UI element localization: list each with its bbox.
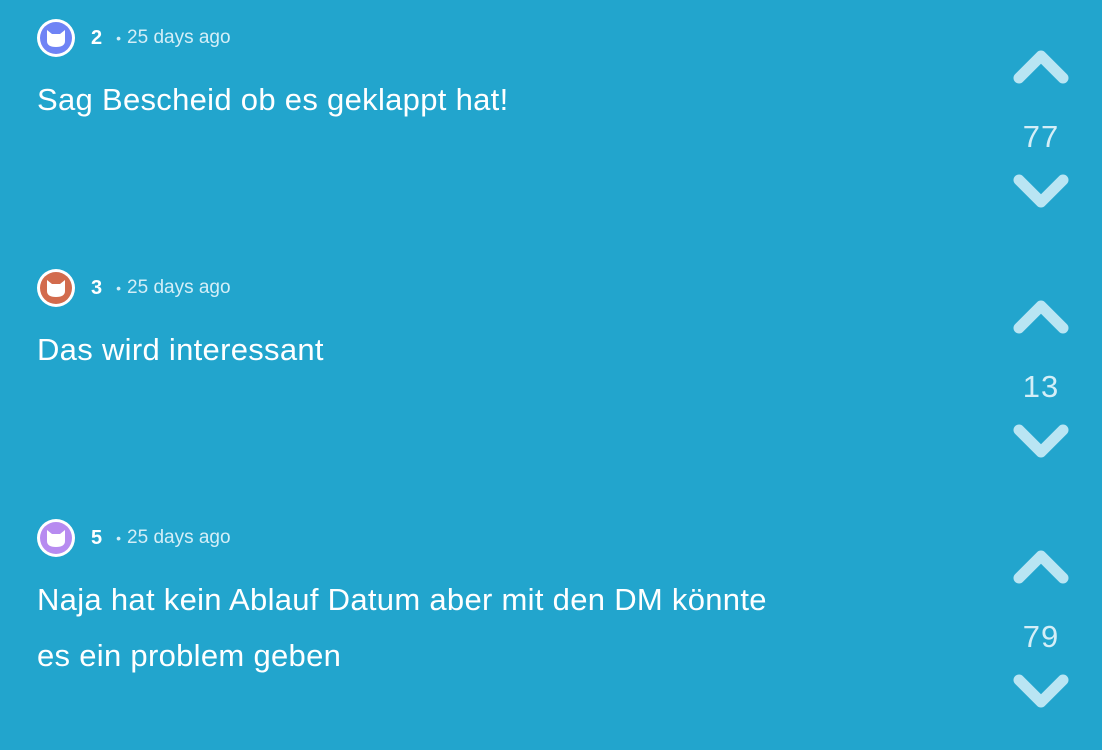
comment-line: Sag Bescheid ob es geklappt hat! (37, 82, 509, 117)
cat-icon (47, 280, 65, 297)
user-number: 2 (91, 26, 103, 49)
timestamp: 25 days ago (127, 277, 231, 298)
avatar[interactable] (37, 269, 75, 307)
vote-count: 79 (1022, 619, 1060, 654)
chevron-up-icon (1013, 550, 1069, 584)
downvote-button[interactable] (1012, 172, 1070, 212)
downvote-button[interactable] (1012, 422, 1070, 462)
comment-item: 3 • 25 days ago Das wird interessant 13 (0, 250, 1102, 500)
timestamp: 25 days ago (127, 27, 231, 48)
comment-line: es ein problem geben (37, 638, 342, 673)
comment-meta: 3 • 25 days ago (37, 269, 231, 307)
comment-line: Naja hat kein Ablauf Datum aber mit den … (37, 582, 767, 617)
comment-text: Naja hat kein Ablauf Datum aber mit den … (37, 572, 897, 684)
chevron-up-icon (1013, 50, 1069, 84)
chevron-down-icon (1013, 424, 1069, 458)
timestamp: 25 days ago (127, 527, 231, 548)
chevron-down-icon (1013, 674, 1069, 708)
avatar-background (40, 272, 72, 304)
vote-control: 13 (1008, 296, 1074, 458)
meta-separator: • (116, 30, 122, 46)
upvote-button[interactable] (1012, 296, 1070, 336)
chevron-up-icon (1013, 300, 1069, 334)
avatar[interactable] (37, 19, 75, 57)
comment-text: Sag Bescheid ob es geklappt hat! (37, 72, 897, 128)
comment-item: 5 • 25 days ago Naja hat kein Ablauf Dat… (0, 500, 1102, 750)
user-number: 5 (91, 526, 103, 549)
chevron-down-icon (1013, 174, 1069, 208)
upvote-button[interactable] (1012, 546, 1070, 586)
comment-meta: 5 • 25 days ago (37, 519, 231, 557)
vote-count: 13 (1022, 369, 1060, 404)
comment-text: Das wird interessant (37, 322, 897, 378)
comment-line: Das wird interessant (37, 332, 324, 367)
cat-icon (47, 530, 65, 547)
comment-item: 2 • 25 days ago Sag Bescheid ob es gekla… (0, 0, 1102, 250)
comment-meta: 2 • 25 days ago (37, 19, 231, 57)
cat-icon (47, 30, 65, 47)
avatar[interactable] (37, 519, 75, 557)
upvote-button[interactable] (1012, 46, 1070, 86)
downvote-button[interactable] (1012, 672, 1070, 712)
vote-count: 77 (1022, 119, 1060, 154)
meta-separator: • (116, 530, 122, 546)
meta-separator: • (116, 280, 122, 296)
vote-control: 77 (1008, 46, 1074, 208)
user-number: 3 (91, 276, 103, 299)
vote-control: 79 (1008, 546, 1074, 708)
avatar-background (40, 22, 72, 54)
avatar-background (40, 522, 72, 554)
